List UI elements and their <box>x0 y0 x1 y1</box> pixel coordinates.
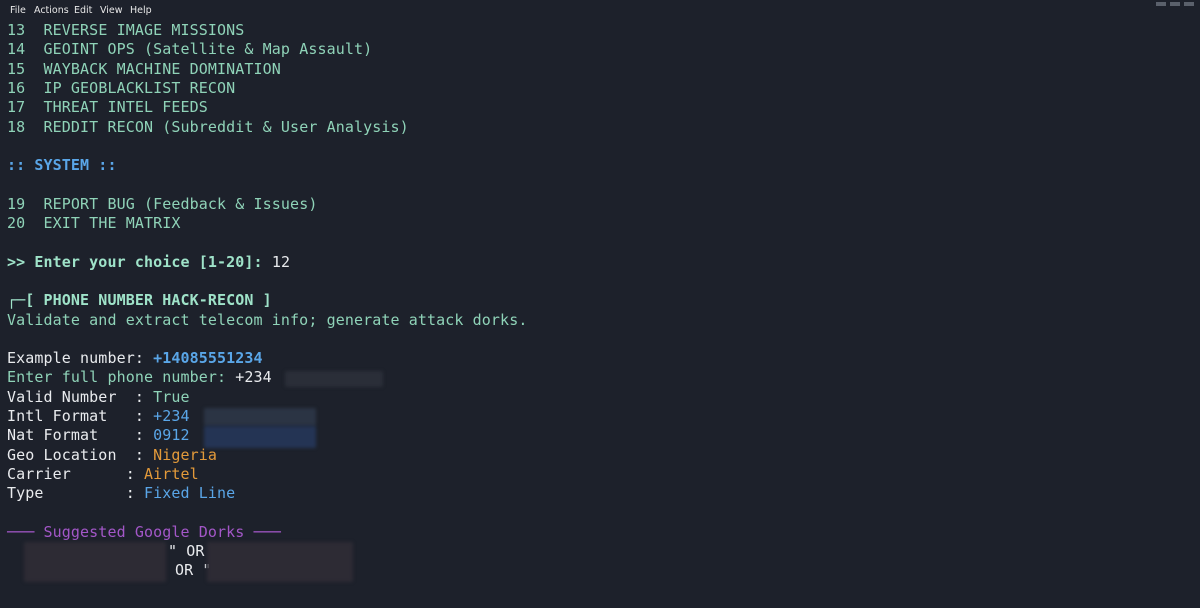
menu-item-number: 16 <box>7 78 26 97</box>
result-carrier: Carrier : Airtel <box>7 465 199 484</box>
window-controls-icon[interactable] <box>1152 2 1196 8</box>
menu-item-18: 18 REDDIT RECON (Subreddit & User Analys… <box>7 118 409 137</box>
redacted-dork-left <box>24 542 166 582</box>
result-value: Nigeria <box>153 445 218 464</box>
result-value: +234 <box>153 407 190 425</box>
menu-item-20: 20 EXIT THE MATRIX <box>7 214 181 233</box>
menu-bar: File Actions Edit View Help <box>0 0 1200 20</box>
prompt-value: 12 <box>271 252 291 271</box>
menu-item-number: 13 <box>7 21 26 39</box>
menu-item-label: IP GEOBLACKLIST RECON <box>43 78 236 97</box>
result-valid-number: Valid Number : True <box>7 388 190 407</box>
menu-item-number: 15 <box>7 59 26 78</box>
menu-item-17: 17 THREAT INTEL FEEDS <box>7 98 208 117</box>
menu-item-label: THREAT INTEL FEEDS <box>43 98 208 117</box>
menu-help[interactable]: Help <box>130 5 152 16</box>
menu-actions[interactable]: Actions <box>34 5 69 16</box>
menu-item-19: 19 REPORT BUG (Feedback & Issues) <box>7 195 317 214</box>
menu-item-14: 14 GEOINT OPS (Satellite & Map Assault) <box>7 40 372 59</box>
system-header: :: SYSTEM :: <box>7 156 117 175</box>
result-value: 0912 <box>153 426 190 445</box>
result-key: Geo Location : <box>7 445 154 464</box>
example-value: +14085551234 <box>153 349 263 368</box>
input-label: Enter full phone number: <box>7 368 236 387</box>
phone-input-line: Enter full phone number: +234 <box>7 368 272 387</box>
module-description: Validate and extract telecom info; gener… <box>7 310 528 329</box>
menu-edit[interactable]: Edit <box>74 5 92 16</box>
menu-item-label: WAYBACK MACHINE DOMINATION <box>43 59 281 78</box>
module-title: ┌─[ PHONE NUMBER HACK-RECON ] <box>7 291 272 310</box>
redacted-dork-right <box>207 542 353 582</box>
menu-item-number: 14 <box>7 40 26 59</box>
input-value: +234 <box>235 368 272 387</box>
menu-item-16: 16 IP GEOBLACKLIST RECON <box>7 79 235 98</box>
menu-item-number: 17 <box>7 98 26 117</box>
menu-item-label: REDDIT RECON (Subreddit & User Analysis) <box>43 117 409 136</box>
menu-item-13: 13 REVERSE IMAGE MISSIONS <box>7 21 244 40</box>
menu-item-label: REVERSE IMAGE MISSIONS <box>43 21 245 39</box>
redacted-nat-format <box>204 426 316 448</box>
result-key: Intl Format : <box>7 407 154 425</box>
menu-view[interactable]: View <box>100 5 123 16</box>
result-value: True <box>153 387 190 406</box>
result-nat-format: Nat Format : 0912 <box>7 426 190 445</box>
redacted-intl-format <box>204 408 316 426</box>
menu-item-number: 19 <box>7 194 26 213</box>
terminal-output[interactable]: 13 REVERSE IMAGE MISSIONS 14 GEOINT OPS … <box>7 20 1197 608</box>
result-key: Nat Format : <box>7 426 154 445</box>
example-label: Example number: <box>7 349 154 368</box>
menu-item-label: EXIT THE MATRIX <box>43 214 181 232</box>
prompt-text: >> Enter your choice [1-20]: <box>7 252 263 271</box>
menu-item-number: 18 <box>7 117 26 136</box>
result-value: Airtel <box>143 464 199 483</box>
dorks-header: ─── Suggested Google Dorks ─── <box>7 522 281 541</box>
menu-item-15: 15 WAYBACK MACHINE DOMINATION <box>7 60 281 79</box>
choice-prompt: >> Enter your choice [1-20]: 12 <box>7 253 290 272</box>
dork-line-1: " OR <box>168 542 205 561</box>
result-key: Valid Number : <box>7 387 154 406</box>
result-intl-format: Intl Format : +234 <box>7 407 190 426</box>
result-geo-location: Geo Location : Nigeria <box>7 446 217 465</box>
result-value: Fixed Line <box>143 484 236 503</box>
menu-item-label: REPORT BUG (Feedback & Issues) <box>43 194 318 213</box>
redacted-phone-input <box>285 371 383 387</box>
menu-item-number: 20 <box>7 214 26 232</box>
menu-file[interactable]: File <box>10 5 26 16</box>
result-key: Carrier : <box>7 464 144 483</box>
example-number: Example number: +14085551234 <box>7 349 263 368</box>
result-key: Type : <box>7 484 144 503</box>
result-type: Type : Fixed Line <box>7 484 235 503</box>
menu-item-label: GEOINT OPS (Satellite & Map Assault) <box>43 40 373 59</box>
